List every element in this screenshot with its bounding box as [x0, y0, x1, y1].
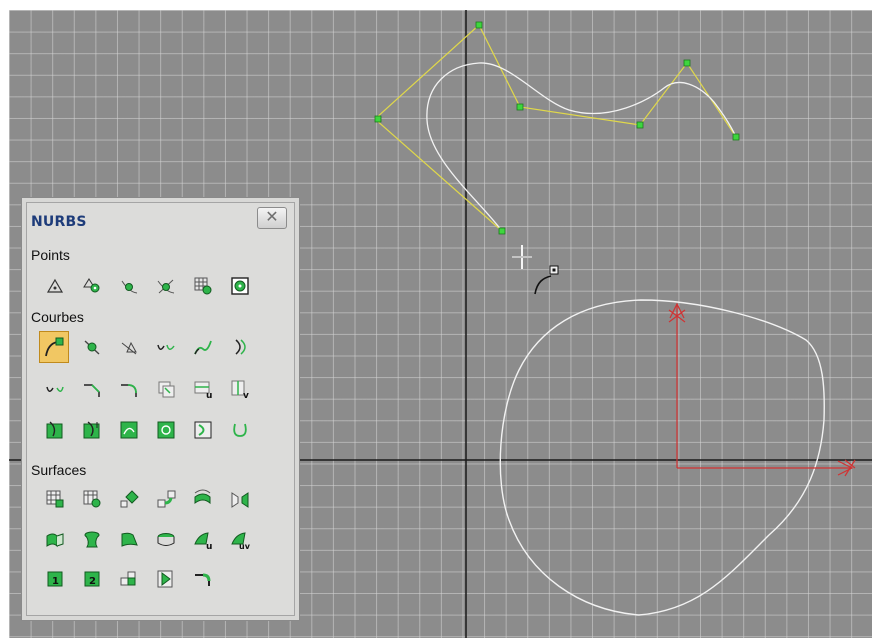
- offset-point-icon[interactable]: [79, 273, 105, 299]
- curve-point-icon[interactable]: [116, 273, 142, 299]
- surface-edge-curve-icon[interactable]: [227, 417, 253, 443]
- svg-text:u: u: [206, 542, 212, 550]
- point-surface-icon[interactable]: [79, 486, 105, 512]
- lathe-surface-icon[interactable]: [79, 527, 105, 553]
- svg-text:1: 1: [52, 576, 59, 587]
- nurbs-panel-body: NURBS ✕ Points Courbes u v Surfaces u uv…: [26, 202, 295, 616]
- cv-curve-icon[interactable]: [39, 331, 69, 363]
- control-point: [732, 133, 740, 141]
- control-polygon-lead: [374, 118, 503, 232]
- app-window: { "panel": { "title": "NURBS", "close_ic…: [0, 0, 872, 638]
- closed-nurbs-curve: [499, 299, 825, 616]
- fit-curve-icon[interactable]: [116, 334, 142, 360]
- point-curve-icon[interactable]: [79, 334, 105, 360]
- control-point: [475, 21, 483, 29]
- nurbs-panel-titlebar[interactable]: NURBS ✕: [27, 203, 294, 239]
- multicurve-trimmed-surface-icon[interactable]: [153, 566, 179, 592]
- cap-surface-icon[interactable]: [153, 527, 179, 553]
- control-points: [374, 21, 740, 235]
- blend-surface-icon[interactable]: [153, 486, 179, 512]
- control-point: [636, 121, 644, 129]
- svg-text:2: 2: [89, 576, 96, 587]
- chamfer-curve-icon[interactable]: [79, 376, 105, 402]
- control-point: [683, 59, 691, 67]
- mirror-surface-icon[interactable]: [227, 486, 253, 512]
- cv-curve-on-surface-icon[interactable]: [116, 417, 142, 443]
- surface-surface-intersection-icon[interactable]: [153, 376, 179, 402]
- ruled-surface-icon[interactable]: [116, 527, 142, 553]
- surface-point-icon[interactable]: [190, 273, 216, 299]
- nurbs-panel: NURBS ✕ Points Courbes u v Surfaces u uv…: [21, 197, 300, 621]
- close-button[interactable]: ✕: [257, 207, 287, 229]
- extrude-surface-icon[interactable]: [42, 527, 68, 553]
- multisided-blend-icon[interactable]: [116, 566, 142, 592]
- cv-curve-cursor-icon: [534, 265, 559, 295]
- surface-curve-point-icon[interactable]: [227, 273, 253, 299]
- u-iso-curve-icon[interactable]: u: [190, 376, 216, 402]
- v-iso-curve-icon[interactable]: v: [227, 376, 253, 402]
- two-rail-sweep-icon[interactable]: 2: [79, 566, 105, 592]
- fillet-curve-icon[interactable]: [116, 376, 142, 402]
- offset-surface-icon[interactable]: [190, 486, 216, 512]
- blend-curve-icon[interactable]: [190, 334, 216, 360]
- close-icon: ✕: [265, 209, 279, 226]
- uv-loft-surface-icon[interactable]: uv: [227, 527, 253, 553]
- mirror-curve-icon[interactable]: [42, 376, 68, 402]
- transform-surface-icon[interactable]: [116, 486, 142, 512]
- surface-offset-curve-icon[interactable]: [190, 417, 216, 443]
- cv-surface-icon[interactable]: [42, 486, 68, 512]
- svg-text:u: u: [206, 391, 212, 399]
- control-point: [374, 115, 382, 123]
- control-point: [516, 103, 524, 111]
- vector-projected-curve-icon[interactable]: [79, 417, 105, 443]
- section-label-surfaces: Surfaces: [31, 462, 87, 478]
- point-curve-on-surface-icon[interactable]: [153, 417, 179, 443]
- transform-gizmo: [668, 302, 856, 477]
- normal-projected-curve-icon[interactable]: [42, 417, 68, 443]
- svg-text:uv: uv: [239, 542, 250, 550]
- point-icon[interactable]: [42, 273, 68, 299]
- control-point: [498, 227, 506, 235]
- crosshair-cursor-icon: [512, 245, 532, 269]
- curve-curve-point-icon[interactable]: [153, 273, 179, 299]
- transform-curve-icon[interactable]: [153, 334, 179, 360]
- svg-text:v: v: [243, 391, 249, 399]
- fillet-surface-icon[interactable]: [190, 566, 216, 592]
- offset-curve-icon[interactable]: [227, 334, 253, 360]
- u-loft-surface-icon[interactable]: u: [190, 527, 216, 553]
- section-label-courbes: Courbes: [31, 309, 84, 325]
- section-label-points: Points: [31, 247, 70, 263]
- one-rail-sweep-icon[interactable]: 1: [42, 566, 68, 592]
- control-polygon: [374, 24, 737, 138]
- panel-title: NURBS: [31, 214, 87, 230]
